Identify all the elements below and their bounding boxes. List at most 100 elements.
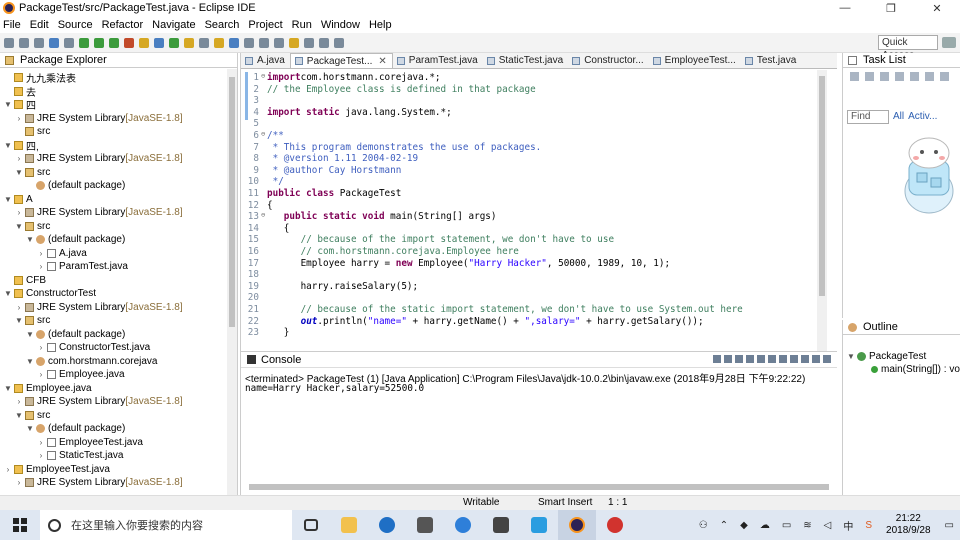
outline-class-row[interactable]: ▼ PackageTest (847, 350, 926, 363)
tray-app-icon[interactable]: ◆ (740, 520, 748, 531)
expand-icon[interactable]: › (15, 397, 23, 406)
block-selection-icon[interactable] (259, 37, 269, 48)
eclipse-taskbar-button[interactable] (558, 510, 596, 540)
scheduled-icon[interactable] (895, 72, 904, 81)
collapse-all-icon[interactable] (910, 72, 919, 81)
menu-window[interactable]: Window (321, 19, 360, 31)
code-line[interactable]: 16 // com.horstmann.corejava.Employee he… (241, 246, 519, 258)
filter-icon[interactable] (865, 72, 874, 81)
menu-source[interactable]: Source (58, 19, 93, 31)
tree-item[interactable]: › JRE System Library [JavaSE-1.8] (15, 301, 183, 314)
collapse-icon[interactable]: ▼ (4, 100, 12, 109)
netease-music-button[interactable] (596, 510, 634, 540)
new-task-icon[interactable] (850, 72, 859, 81)
code-line[interactable]: 19 harry.raiseSalary(5); (241, 281, 418, 293)
expand-icon[interactable]: › (4, 465, 12, 474)
collapse-icon[interactable]: ▼ (26, 330, 34, 339)
collapse-icon[interactable]: ▼ (4, 195, 12, 204)
tree-item[interactable]: › A.java (37, 247, 87, 260)
save-all-icon[interactable] (34, 37, 44, 48)
expand-icon[interactable]: › (15, 208, 23, 217)
code-line[interactable]: 9 * @author Cay Horstmann (241, 165, 401, 177)
editor-scrollbar[interactable] (817, 70, 827, 351)
remove-launch-icon[interactable] (724, 355, 732, 363)
outline-method-row[interactable]: main(String[]) : vo (869, 363, 960, 376)
tree-item[interactable]: ▼ A (4, 193, 33, 206)
expand-icon[interactable]: › (15, 114, 23, 123)
display-console-icon[interactable] (790, 355, 798, 363)
tree-item[interactable]: CFB (4, 274, 46, 287)
onedrive-icon[interactable]: ☁ (760, 520, 770, 531)
editor-tab[interactable]: PackageTest... ✕ (289, 53, 393, 68)
close-tab-icon[interactable]: ✕ (378, 56, 386, 67)
activate-link[interactable]: Activ... (908, 111, 937, 122)
expand-icon[interactable]: › (15, 303, 23, 312)
expand-icon[interactable]: › (37, 262, 45, 271)
tree-item[interactable]: › StaticTest.java (37, 449, 124, 462)
minimize-button[interactable]: — (822, 0, 868, 16)
collapse-icon[interactable]: ▼ (4, 384, 12, 393)
code-line[interactable]: 22 out.println("name=" + harry.getName()… (241, 316, 704, 328)
task-list-tab[interactable]: Task List (843, 53, 960, 68)
tree-item[interactable]: › JRE System Library [JavaSE-1.8] (15, 206, 183, 219)
code-line[interactable]: 23 } (241, 327, 290, 339)
code-line[interactable]: 10 */ (241, 176, 284, 188)
taskbar-search-box[interactable]: 在这里输入你要搜索的内容 (40, 510, 292, 540)
volume-icon[interactable]: ◁ (824, 520, 832, 531)
expand-icon[interactable]: › (37, 249, 45, 258)
minimize-view-icon[interactable] (812, 355, 820, 363)
open-type-icon[interactable] (184, 37, 194, 48)
scroll-lock-icon[interactable] (757, 355, 765, 363)
remove-all-icon[interactable] (735, 355, 743, 363)
menu-file[interactable]: File (3, 19, 21, 31)
collapse-icon[interactable]: ▼ (15, 222, 23, 231)
code-editor[interactable]: 1 ⊖ importcom.horstmann.corejava.*; 2 // the… (241, 70, 826, 351)
expand-icon[interactable]: › (37, 451, 45, 460)
edge-button[interactable] (368, 510, 406, 540)
start-button[interactable] (0, 510, 40, 540)
back-icon[interactable] (304, 37, 314, 48)
pin-console-icon[interactable] (779, 355, 787, 363)
code-line[interactable]: 15 // because of the import statement, w… (241, 234, 614, 246)
new-icon[interactable] (4, 37, 14, 48)
code-line[interactable]: 6 ⊖/** (241, 130, 283, 142)
editor-tab[interactable]: Constructor... (568, 53, 648, 68)
scrollbar-thumb[interactable] (229, 77, 235, 327)
history-icon[interactable] (334, 37, 344, 48)
all-link[interactable]: All (893, 111, 904, 122)
expand-icon[interactable]: › (37, 370, 45, 379)
code-line[interactable]: 8 * @version 1.11 2004-02-19 (241, 153, 418, 165)
expand-icon[interactable]: › (37, 343, 45, 352)
console-output[interactable]: name=Harry Hacker,salary=52500.0 (245, 383, 424, 394)
tree-item[interactable]: ▼ (default package) (26, 328, 125, 341)
menu-navigate[interactable]: Navigate (152, 19, 195, 31)
view-menu-icon[interactable] (940, 72, 949, 81)
editor-tab[interactable]: ParamTest.java (393, 53, 483, 68)
quick-access-input[interactable]: Quick Access (878, 35, 938, 61)
collapse-icon[interactable]: ▼ (15, 316, 23, 325)
collapse-icon[interactable]: ▼ (26, 424, 34, 433)
expand-icon[interactable]: ▼ (847, 352, 855, 361)
tree-item[interactable]: src (15, 125, 50, 138)
battery-icon[interactable]: ▭ (782, 520, 791, 531)
editor-tab[interactable]: EmployeeTest... (649, 53, 741, 68)
menu-edit[interactable]: Edit (30, 19, 49, 31)
code-line[interactable]: 18 (241, 269, 267, 281)
package-explorer-scrollbar[interactable] (227, 69, 237, 495)
code-line[interactable]: 1 ⊖ importcom.horstmann.corejava.*; (241, 72, 440, 84)
console-scrollbar[interactable] (241, 482, 838, 492)
code-line[interactable]: 14 { (241, 223, 290, 235)
code-line[interactable]: 12 { (241, 200, 273, 212)
expand-icon[interactable]: › (15, 478, 23, 487)
tree-item[interactable]: › ConstructorTest.java (37, 341, 151, 354)
tree-item[interactable]: ▼ 四 (4, 98, 36, 112)
desktop-mascot-icon[interactable] (901, 131, 957, 217)
tree-item[interactable]: ▼ src (15, 166, 50, 179)
debug-icon[interactable] (49, 37, 59, 48)
code-line[interactable]: 21 // because of the static import state… (241, 304, 743, 316)
tree-item[interactable]: ▼ src (15, 220, 50, 233)
mail-button[interactable] (482, 510, 520, 540)
show-whitespace-icon[interactable] (244, 37, 254, 48)
tree-item[interactable]: ▼ src (15, 409, 50, 422)
new-class-icon[interactable] (169, 37, 179, 48)
